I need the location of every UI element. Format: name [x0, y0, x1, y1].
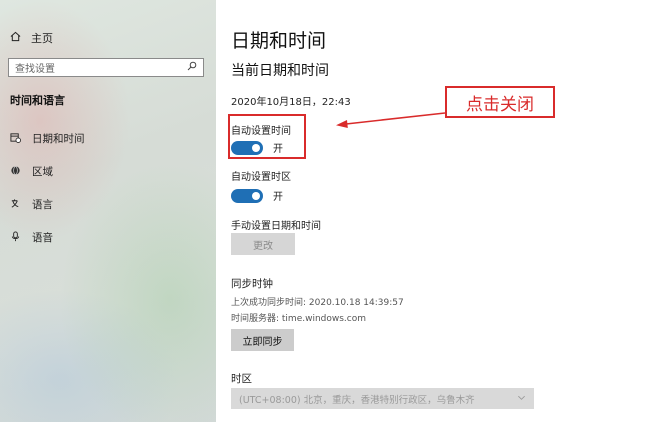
- sidebar-section-title: 时间和语言: [10, 94, 65, 107]
- timezone-selected-value: (UTC+08:00) 北京，重庆，香港特别行政区，乌鲁木齐: [239, 394, 475, 406]
- home-icon: [10, 31, 21, 45]
- search-icon[interactable]: [187, 61, 197, 74]
- annotation-callout: 点击关闭: [445, 86, 555, 118]
- sidebar-home[interactable]: 主页: [10, 30, 53, 46]
- section-heading-current: 当前日期和时间: [231, 63, 329, 79]
- search-input[interactable]: 查找设置: [8, 58, 204, 77]
- language-icon: [10, 198, 21, 212]
- page-title: 日期和时间: [231, 30, 327, 52]
- microphone-icon: [10, 230, 21, 245]
- sidebar-item-label: 语音: [32, 232, 53, 244]
- auto-timezone-label: 自动设置时区: [231, 172, 291, 183]
- annotation-callout-text: 点击关闭: [466, 94, 534, 115]
- clock-calendar-icon: [10, 132, 21, 146]
- toggle-knob: [252, 191, 260, 200]
- toggle-switch[interactable]: [231, 188, 263, 203]
- settings-main-panel: 日期和时间 当前日期和时间 2020年10月18日，22:43 自动设置时间 开…: [216, 0, 645, 422]
- annotation-arrow: [336, 112, 446, 128]
- sync-clock-title: 同步时钟: [231, 278, 273, 290]
- toggle-state-label: 开: [273, 192, 283, 203]
- chevron-down-icon: [517, 393, 526, 405]
- time-server-text: 时间服务器: time.windows.com: [231, 314, 367, 324]
- sidebar-item-label: 日期和时间: [32, 133, 85, 145]
- sidebar-home-label: 主页: [31, 32, 53, 45]
- sidebar-item-speech[interactable]: 语音: [10, 230, 53, 245]
- current-datetime: 2020年10月18日，22:43: [231, 97, 351, 108]
- annotation-highlight-box: [228, 114, 306, 159]
- globe-icon: [10, 165, 21, 179]
- sidebar-item-region[interactable]: 区域: [10, 164, 53, 179]
- sync-now-button[interactable]: 立即同步: [231, 329, 294, 351]
- search-placeholder: 查找设置: [15, 64, 55, 75]
- sidebar-item-label: 区域: [32, 166, 53, 178]
- last-sync-text: 上次成功同步时间: 2020.10.18 14:39:57: [231, 298, 404, 308]
- sidebar-item-language[interactable]: 语言: [10, 197, 53, 212]
- sidebar-item-date-time[interactable]: 日期和时间: [10, 131, 85, 146]
- change-button[interactable]: 更改: [231, 233, 295, 255]
- timezone-title: 时区: [231, 373, 252, 385]
- auto-timezone-toggle[interactable]: 开: [231, 188, 283, 203]
- timezone-select[interactable]: (UTC+08:00) 北京，重庆，香港特别行政区，乌鲁木齐: [231, 388, 534, 409]
- settings-sidebar: 主页 查找设置 时间和语言 日期和时间 区域 语言 语音: [0, 0, 216, 422]
- sidebar-item-label: 语言: [32, 199, 53, 211]
- manual-set-label: 手动设置日期和时间: [231, 221, 321, 232]
